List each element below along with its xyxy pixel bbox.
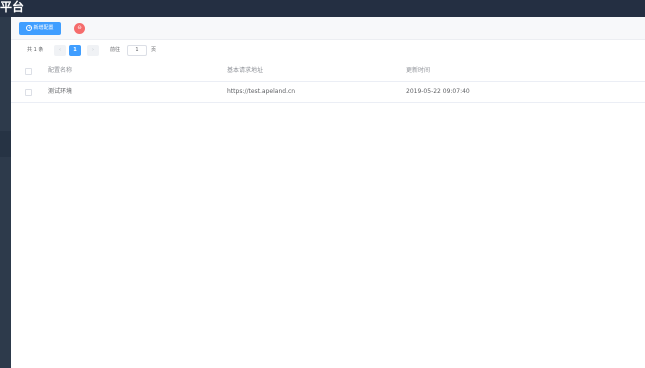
sidebar-item-active[interactable]: [0, 131, 11, 157]
app-title: 平台: [0, 0, 25, 14]
goto-page-input[interactable]: 1: [127, 45, 147, 56]
delete-button[interactable]: ⊖: [74, 23, 85, 34]
pagination-total: 共 1 条: [27, 47, 44, 53]
toolbar: + 新增配置 ⊖: [11, 17, 645, 40]
sidebar: [0, 17, 11, 368]
column-header-url: 基本请求地址: [227, 67, 264, 74]
cell-url: https://test.apeland.cn: [227, 88, 296, 95]
chevron-left-icon[interactable]: ‹: [54, 45, 66, 56]
cell-name: 测试环境: [48, 88, 73, 95]
cell-updated: 2019-05-22 09:07:40: [406, 88, 470, 95]
row-checkbox[interactable]: [25, 89, 32, 96]
table-header: 配置名称 基本请求地址 更新时间: [11, 61, 645, 82]
chevron-right-icon[interactable]: ›: [87, 45, 99, 56]
plus-circle-icon: +: [26, 24, 33, 31]
add-config-label: 新增配置: [33, 25, 54, 31]
column-header-updated: 更新时间: [406, 67, 431, 74]
column-header-name: 配置名称: [48, 67, 73, 74]
top-bar: 平台: [0, 0, 645, 17]
table-row[interactable]: 测试环境 https://test.apeland.cn 2019-05-22 …: [11, 82, 645, 103]
page-number-current[interactable]: 1: [69, 45, 81, 56]
delete-icon: ⊖: [77, 25, 82, 31]
add-config-button[interactable]: + 新增配置: [19, 22, 61, 35]
select-all-checkbox[interactable]: [25, 68, 32, 75]
goto-label: 前往: [110, 47, 121, 53]
goto-unit: 页: [151, 47, 157, 53]
main-content: + 新增配置 ⊖ 共 1 条 ‹ 1 › 前往 1 页 配置名称 基本请求地址 更…: [11, 17, 645, 368]
